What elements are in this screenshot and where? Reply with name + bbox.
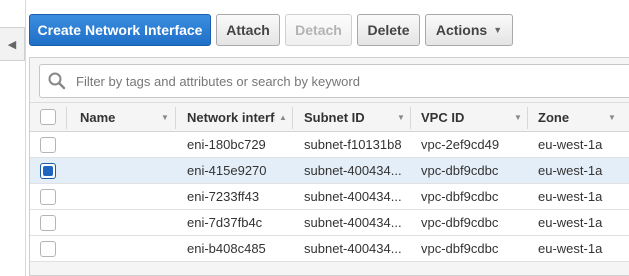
cell-subnet-id: subnet-400434...	[304, 163, 402, 178]
cell-zone: eu-west-1a	[538, 163, 603, 178]
cell-zone: eu-west-1a	[538, 137, 603, 152]
actions-button-label: Actions	[435, 22, 488, 38]
create-network-interface-button[interactable]: Create Network Interface	[29, 14, 211, 46]
row-checkbox[interactable]	[40, 214, 56, 231]
attach-button-label: Attach	[226, 22, 270, 38]
cell-network-interface-id: eni-7d37fb4c	[187, 215, 263, 230]
table-row[interactable]: eni-180bc729 subnet-f10131b8 vpc-2ef9cd4…	[30, 132, 629, 158]
search-bar	[39, 64, 629, 98]
cell-name	[80, 210, 170, 235]
column-header-zone[interactable]: Zone	[528, 103, 618, 131]
column-header-label: VPC ID	[421, 109, 465, 125]
row-checkbox[interactable]	[40, 136, 56, 153]
cell-vpc-id: vpc-2ef9cd49	[421, 137, 500, 152]
chevron-left-icon: ◀	[7, 38, 17, 51]
cell-vpc-id: vpc-dbf9cdbc	[421, 241, 499, 256]
chevron-down-icon[interactable]: ▼	[608, 103, 616, 131]
table-header-row: Name ▼ Network interfa ▲ Subnet ID ▼ VPC…	[30, 102, 629, 132]
cell-subnet-id: subnet-400434...	[304, 189, 402, 204]
table-row[interactable]: eni-415e9270 subnet-400434... vpc-dbf9cd…	[30, 158, 629, 184]
cell-name	[80, 184, 170, 209]
cell-subnet-id: subnet-400434...	[304, 215, 402, 230]
actions-dropdown-button[interactable]: Actions ▼	[425, 14, 513, 46]
search-input[interactable]	[74, 72, 598, 90]
row-checkbox[interactable]	[40, 188, 56, 205]
create-button-label: Create Network Interface	[37, 22, 203, 38]
detach-button[interactable]: Detach	[285, 14, 352, 46]
cell-name	[80, 158, 170, 183]
cell-network-interface-id: eni-7233ff43	[187, 189, 260, 204]
cell-vpc-id: vpc-dbf9cdbc	[421, 215, 499, 230]
chevron-down-icon[interactable]: ▼	[514, 103, 522, 131]
detach-button-label: Detach	[295, 22, 342, 38]
cell-zone: eu-west-1a	[538, 215, 603, 230]
collapse-sidebar-button[interactable]: ◀	[0, 27, 25, 61]
column-divider	[66, 107, 67, 129]
column-divider	[175, 107, 176, 129]
cell-subnet-id: subnet-400434...	[304, 241, 402, 256]
cell-vpc-id: vpc-dbf9cdbc	[421, 189, 499, 204]
row-checkbox[interactable]	[40, 240, 56, 257]
chevron-down-icon[interactable]: ▼	[397, 103, 405, 131]
column-divider	[292, 107, 293, 129]
cell-name	[80, 236, 170, 261]
network-interfaces-panel: Name ▼ Network interfa ▲ Subnet ID ▼ VPC…	[29, 57, 629, 276]
delete-button-label: Delete	[367, 22, 410, 38]
cell-zone: eu-west-1a	[538, 189, 603, 204]
cell-network-interface-id: eni-415e9270	[187, 163, 267, 178]
table-row[interactable]: eni-7233ff43 subnet-400434... vpc-dbf9cd…	[30, 184, 629, 210]
column-header-network-interface[interactable]: Network interfa	[177, 103, 275, 131]
cell-zone: eu-west-1a	[538, 241, 603, 256]
table-row[interactable]: eni-b408c485 subnet-400434... vpc-dbf9cd…	[30, 236, 629, 262]
sort-ascending-icon[interactable]: ▲	[279, 103, 287, 131]
column-header-label: Zone	[538, 109, 570, 125]
column-header-name[interactable]: Name	[70, 103, 175, 131]
column-header-label: Network interfa	[187, 109, 275, 125]
table-row[interactable]: eni-7d37fb4c subnet-400434... vpc-dbf9cd…	[30, 210, 629, 236]
network-interfaces-table: Name ▼ Network interfa ▲ Subnet ID ▼ VPC…	[30, 102, 629, 262]
attach-button[interactable]: Attach	[216, 14, 280, 46]
chevron-down-icon: ▼	[493, 25, 503, 35]
cell-vpc-id: vpc-dbf9cdbc	[421, 163, 499, 178]
column-header-vpc-id[interactable]: VPC ID	[411, 103, 511, 131]
cell-name	[80, 132, 170, 157]
chevron-down-icon[interactable]: ▼	[161, 103, 169, 131]
select-all-checkbox[interactable]	[40, 109, 56, 125]
search-icon	[48, 72, 66, 90]
delete-button[interactable]: Delete	[357, 14, 420, 46]
cell-network-interface-id: eni-b408c485	[187, 241, 266, 256]
column-header-label: Name	[80, 109, 116, 125]
row-checkbox[interactable]	[40, 162, 56, 179]
column-header-label: Subnet ID	[304, 109, 365, 125]
cell-subnet-id: subnet-f10131b8	[304, 137, 402, 152]
column-header-subnet-id[interactable]: Subnet ID	[294, 103, 394, 131]
cell-network-interface-id: eni-180bc729	[187, 137, 266, 152]
